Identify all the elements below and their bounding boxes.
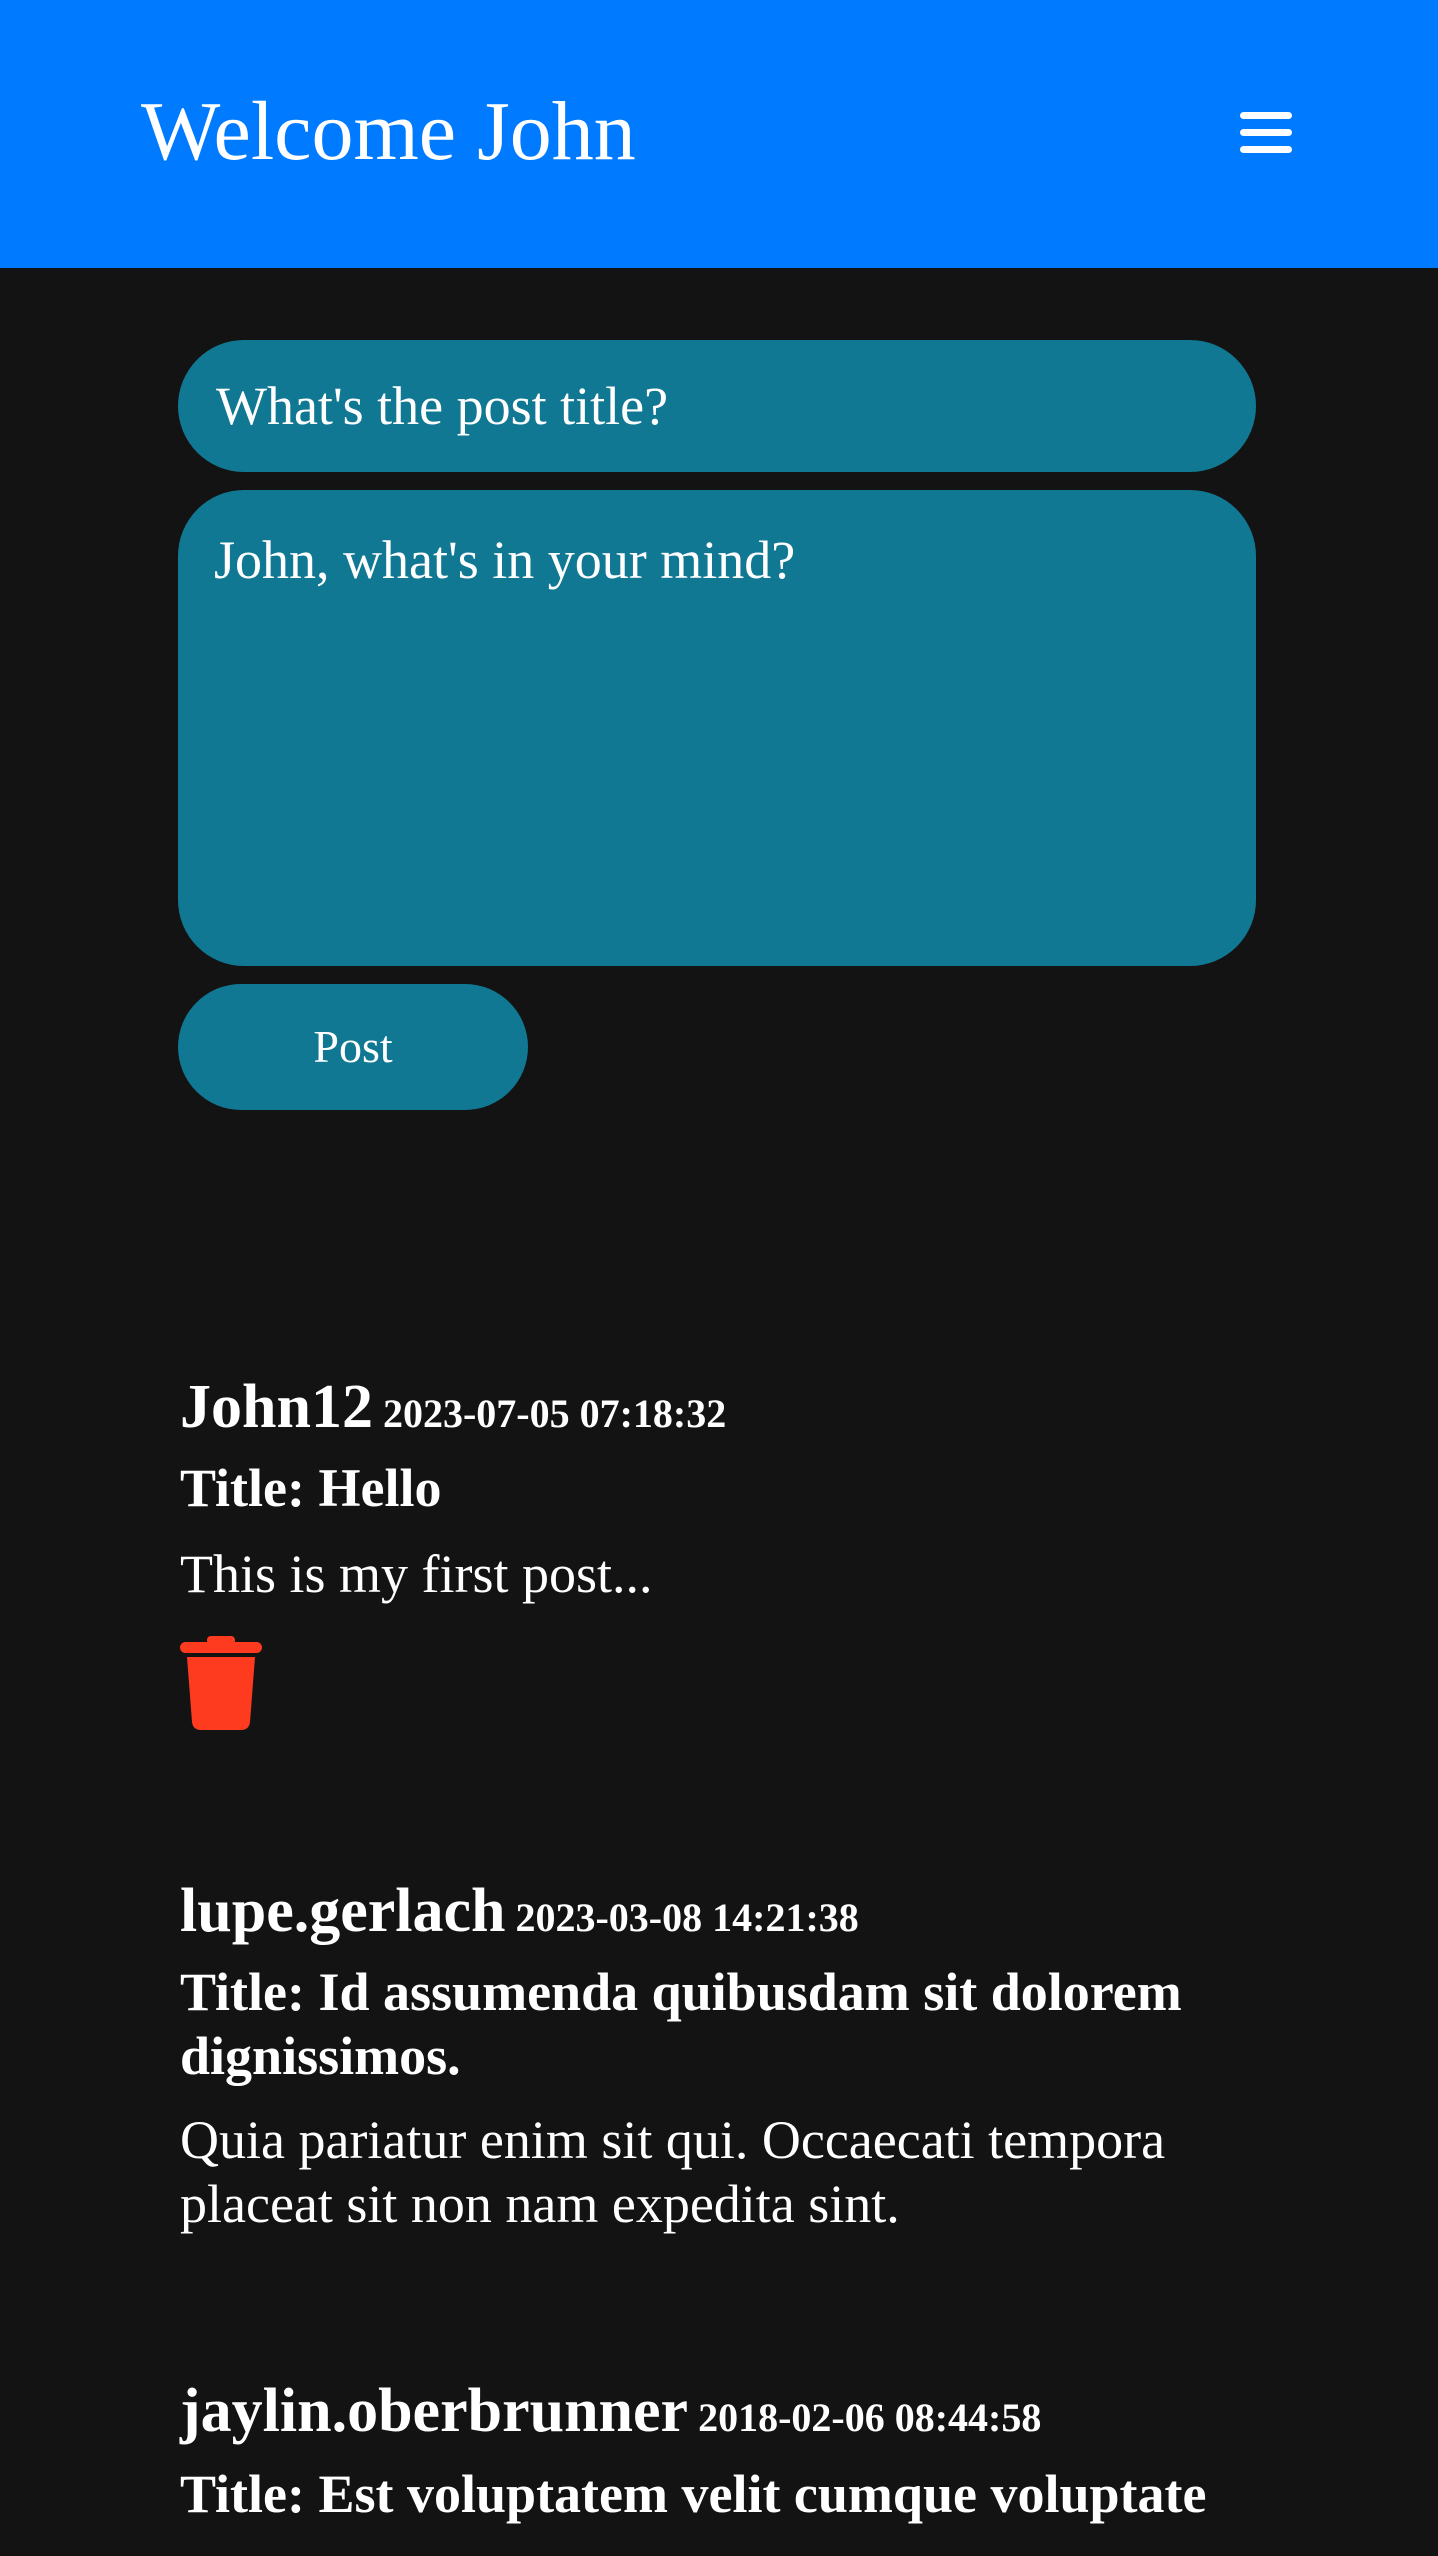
post-item: jaylin.oberbrunner 2018-02-06 08:44:58 Ti…	[180, 2380, 1290, 2526]
post-title: Title: Est voluptatem velit cumque volup…	[180, 2464, 1207, 2524]
post-meta: lupe.gerlach 2023-03-08 14:21:38	[180, 1880, 1290, 1942]
post-body-input[interactable]	[178, 490, 1256, 966]
post-date: 2018-02-06 08:44:58	[698, 2395, 1042, 2440]
post-button[interactable]: Post	[178, 984, 528, 1110]
post-date: 2023-07-05 07:18:32	[382, 1391, 727, 1436]
hamburger-menu-icon	[1240, 112, 1292, 153]
post-date: 2023-03-08 14:21:38	[515, 1895, 859, 1940]
post-author: lupe.gerlach	[180, 1877, 506, 1945]
post-body: Quia pariatur enim sit qui. Occaecati te…	[180, 2110, 1166, 2234]
post-title: Title: Id assumenda quibusdam sit dolore…	[180, 1962, 1182, 2086]
post-title: Title: Hello	[180, 1458, 442, 1518]
app-header: Welcome John	[0, 0, 1438, 268]
trash-icon	[180, 1636, 262, 1730]
post-item: lupe.gerlach 2023-03-08 14:21:38 Title: I…	[180, 1880, 1290, 2236]
post-author: John12	[180, 1373, 373, 1441]
post-meta: John12 2023-07-05 07:18:32	[180, 1376, 1290, 1438]
post-body: This is my first post...	[180, 1544, 653, 1604]
menu-button[interactable]	[1240, 108, 1300, 160]
post-author: jaylin.oberbrunner	[180, 2377, 689, 2445]
post-item: John12 2023-07-05 07:18:32 Title: Hello T…	[180, 1376, 1290, 1730]
delete-post-button[interactable]	[180, 1636, 262, 1730]
page-title: Welcome John	[141, 85, 636, 178]
post-meta: jaylin.oberbrunner 2018-02-06 08:44:58	[180, 2380, 1290, 2442]
post-title-input[interactable]	[178, 340, 1256, 472]
